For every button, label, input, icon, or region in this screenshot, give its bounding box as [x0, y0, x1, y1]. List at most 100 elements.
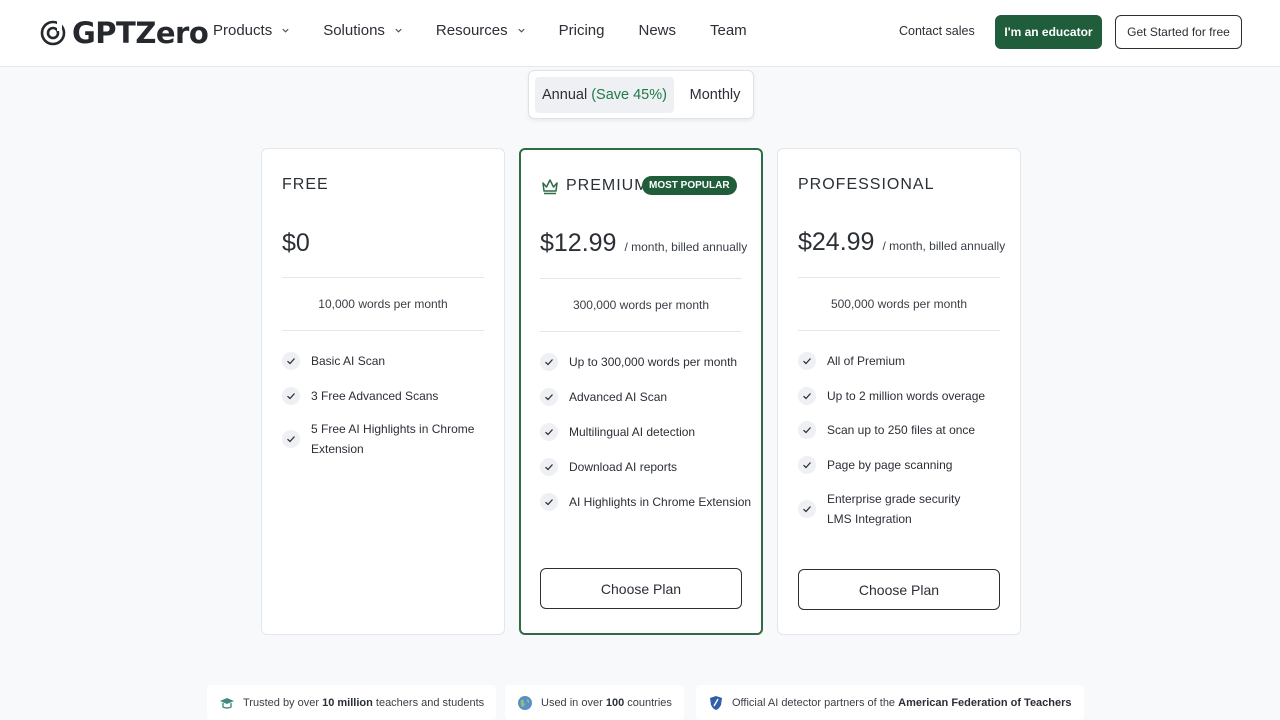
- trust-pre: Trusted by over: [243, 696, 320, 709]
- feature-text: 5 Free AI Highlights in Chrome Extension: [311, 422, 475, 456]
- chevron-down-icon: [395, 28, 402, 33]
- top-header: GPTZero Products Solutions Resources Pri…: [0, 0, 1280, 67]
- chevron-down-icon: [282, 28, 289, 33]
- annual-save-label: (Save 45%): [591, 87, 667, 103]
- divider: [540, 278, 742, 279]
- plan-card-free: FREE $0 10,000 words per month Basic AI …: [261, 148, 505, 635]
- feature-item: Page by page scanning: [798, 455, 952, 475]
- nav-resources-label: Resources: [435, 22, 508, 39]
- feature-text: Download AI reports: [569, 460, 678, 474]
- trust-pre: Used in over: [541, 696, 603, 709]
- check-icon: [798, 500, 816, 518]
- trust-item-aft: Official AI detector partners of the Ame…: [696, 685, 1084, 720]
- plan-title: PREMIUM: [566, 177, 649, 194]
- choose-plan-button[interactable]: Choose Plan: [540, 568, 742, 609]
- check-icon: [540, 388, 558, 406]
- plan-card-premium: PREMIUM MOST POPULAR $12.99 / month, bil…: [519, 148, 763, 635]
- trust-post: teachers and students: [375, 696, 485, 709]
- word-limit: 300,000 words per month: [572, 298, 710, 312]
- most-popular-badge: MOST POPULAR: [642, 176, 737, 195]
- nav-resources[interactable]: Resources: [436, 22, 526, 39]
- nav-news[interactable]: News: [638, 22, 676, 39]
- billing-toggle: Annual (Save 45%) Monthly: [528, 70, 754, 119]
- nav-solutions[interactable]: Solutions: [323, 22, 403, 39]
- annual-option[interactable]: Annual (Save 45%): [535, 77, 674, 113]
- crown-icon: [542, 179, 558, 195]
- nav-products[interactable]: Products: [213, 22, 290, 39]
- educator-button[interactable]: I'm an educator: [995, 15, 1102, 49]
- feature-item: All of Premium: [798, 351, 905, 371]
- gptzero-logo[interactable]: GPTZero: [40, 16, 209, 50]
- check-icon: [540, 493, 558, 511]
- check-icon: [540, 458, 558, 476]
- nav-team[interactable]: Team: [710, 22, 747, 39]
- annual-label: Annual: [542, 87, 588, 103]
- feature-item: Advanced AI Scan: [540, 387, 667, 407]
- check-icon: [282, 430, 300, 448]
- plan-price: $12.99 / month, billed annually: [540, 229, 747, 258]
- choose-plan-button[interactable]: Choose Plan: [798, 569, 1000, 610]
- divider: [540, 331, 742, 332]
- brand-name: GPTZero: [72, 16, 209, 50]
- feature-item: Scan up to 250 files at once: [798, 420, 975, 440]
- word-limit: 10,000 words per month: [318, 297, 448, 311]
- trust-bold: 10 million: [322, 696, 373, 709]
- feature-text: Up to 300,000 words per month: [569, 355, 738, 369]
- feature-item: Basic AI Scan: [282, 351, 385, 371]
- trust-bold: American Federation of Teachers: [898, 696, 1072, 709]
- feature-item: Up to 300,000 words per month: [540, 352, 737, 372]
- shield-icon: [710, 695, 722, 710]
- gptzero-logo-icon: [40, 20, 66, 46]
- price-amount: $0: [282, 229, 310, 257]
- feature-text: 3 Free Advanced Scans: [311, 389, 439, 403]
- feature-item: 5 Free AI Highlights in Chrome Extension: [282, 419, 482, 459]
- divider: [798, 330, 1000, 331]
- trust-post: countries: [627, 696, 672, 709]
- feature-item: AI Highlights in Chrome Extension: [540, 492, 751, 512]
- get-started-button[interactable]: Get Started for free: [1115, 15, 1242, 49]
- price-amount: $12.99: [540, 229, 617, 257]
- feature-text: Up to 2 million words overage: [827, 389, 986, 403]
- nav-products-label: Products: [213, 22, 273, 39]
- plan-title: FREE: [282, 176, 329, 193]
- check-icon: [798, 456, 816, 474]
- nav-team-label: Team: [710, 22, 747, 39]
- main-nav: Products Solutions Resources Pricing New…: [213, 22, 747, 39]
- plan-price: $24.99 / month, billed annually: [798, 228, 1005, 257]
- nav-pricing-label: Pricing: [558, 22, 605, 39]
- word-limit: 500,000 words per month: [830, 297, 968, 311]
- check-icon: [282, 352, 300, 370]
- feature-text: Scan up to 250 files at once: [827, 423, 976, 437]
- graduation-cap-icon: [220, 697, 234, 709]
- trust-item-countries: Used in over 100 countries: [505, 685, 684, 720]
- plan-price: $0: [282, 229, 310, 258]
- trust-item-users: Trusted by over 10 million teachers and …: [207, 685, 497, 720]
- nav-pricing[interactable]: Pricing: [559, 22, 605, 39]
- monthly-option[interactable]: Monthly: [681, 77, 749, 113]
- price-period: / month, billed annually: [624, 240, 748, 254]
- divider: [282, 277, 484, 278]
- plan-title-row: PREMIUM: [540, 176, 649, 196]
- price-period: / month, billed annually: [882, 239, 1006, 253]
- check-icon: [540, 353, 558, 371]
- check-icon: [798, 352, 816, 370]
- feature-item: Multilingual AI detection: [540, 422, 695, 442]
- chevron-down-icon: [518, 28, 525, 33]
- feature-text: Basic AI Scan: [311, 354, 386, 368]
- check-icon: [282, 387, 300, 405]
- check-icon: [798, 387, 816, 405]
- feature-text: All of Premium: [827, 354, 906, 368]
- feature-text: Multilingual AI detection: [569, 425, 696, 439]
- trust-bold: 100: [605, 696, 625, 709]
- check-icon: [540, 423, 558, 441]
- plan-card-professional: PROFESSIONAL $24.99 / month, billed annu…: [777, 148, 1021, 635]
- price-amount: $24.99: [798, 228, 875, 256]
- feature-item: Download AI reports: [540, 457, 677, 477]
- contact-sales-link[interactable]: Contact sales: [899, 24, 975, 38]
- trust-pre: Official AI detector partners of the: [732, 696, 896, 709]
- feature-item: 3 Free Advanced Scans: [282, 386, 438, 406]
- plan-title: PROFESSIONAL: [798, 176, 935, 193]
- nav-solutions-label: Solutions: [323, 22, 385, 39]
- divider: [282, 330, 484, 331]
- feature-item: Enterprise grade security LMS Integratio…: [798, 489, 988, 529]
